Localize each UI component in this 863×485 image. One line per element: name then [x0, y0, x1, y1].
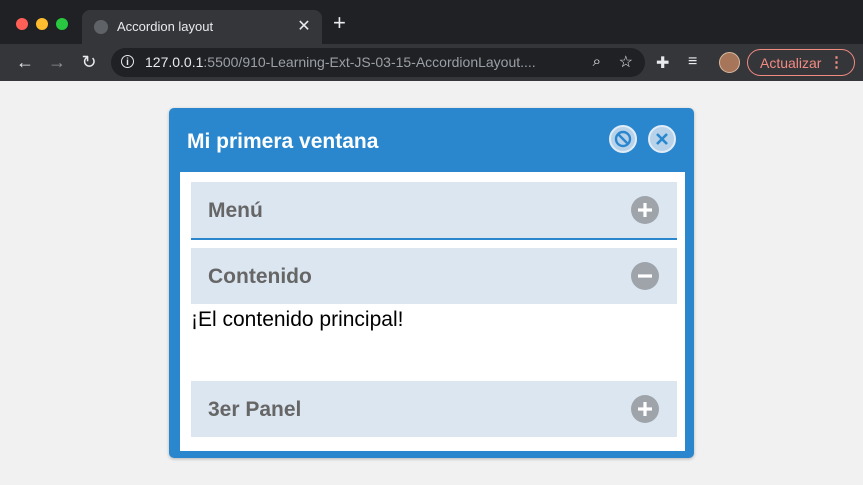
url-text[interactable]: 127.0.0.1:5500/910-Learning-Ext-JS-03-15…	[145, 54, 536, 70]
bookmark-star-icon[interactable]: ☆	[619, 52, 633, 72]
address-bar[interactable]: i 127.0.0.1:5500/910-Learning-Ext-JS-03-…	[111, 48, 645, 77]
update-button[interactable]: Actualizar ⋮	[747, 49, 855, 76]
maximize-window-button[interactable]	[56, 18, 68, 30]
accordion-header-3er-panel[interactable]: 3er Panel	[191, 381, 677, 437]
extensions-puzzle-icon[interactable]: ✚	[656, 53, 669, 73]
close-tool-icon[interactable]	[648, 125, 676, 153]
profile-avatar[interactable]	[719, 52, 740, 73]
more-menu-icon[interactable]: ⋮	[829, 53, 844, 71]
window-body: Menú Contenido ¡El contenido principal! …	[178, 172, 685, 451]
plus-icon[interactable]	[631, 196, 659, 224]
browser-tab[interactable]: Accordion layout ✕	[82, 10, 322, 44]
tab-title: Accordion layout	[117, 19, 214, 34]
back-arrow-icon[interactable]: ←	[14, 51, 36, 73]
browser-toolbar: ← → ↻ i 127.0.0.1:5500/910-Learning-Ext-…	[0, 44, 863, 81]
minimize-window-button[interactable]	[36, 18, 48, 30]
reload-icon[interactable]: ↻	[78, 51, 100, 73]
accordion-panel-content: ¡El contenido principal!	[191, 304, 677, 374]
accordion-header-label: Menú	[208, 199, 263, 222]
update-button-label: Actualizar	[760, 55, 822, 71]
media-queue-icon[interactable]: ≡	[688, 53, 697, 71]
collapse-tool-icon[interactable]	[609, 125, 637, 153]
accordion-header-contenido[interactable]: Contenido	[191, 248, 677, 304]
accordion-header-label: 3er Panel	[208, 398, 302, 421]
accordion-header-label: Contenido	[208, 265, 312, 288]
forward-arrow-icon[interactable]: →	[46, 51, 68, 73]
minus-icon[interactable]	[631, 262, 659, 290]
zoom-icon[interactable]: ⌕	[593, 53, 601, 70]
close-window-button[interactable]	[16, 18, 28, 30]
site-info-icon[interactable]: i	[121, 55, 134, 68]
tab-bar: Accordion layout ✕ +	[0, 0, 863, 44]
browser-chrome: Accordion layout ✕ + ← → ↻ i 127.0.0.1:5…	[0, 0, 863, 81]
panel-content-text: ¡El contenido principal!	[191, 308, 404, 331]
ext-window: Mi primera ventana Menú Contenido ¡El co…	[169, 108, 694, 458]
new-tab-button[interactable]: +	[333, 12, 346, 34]
window-title: Mi primera ventana	[187, 130, 379, 153]
accordion-header-menu[interactable]: Menú	[191, 182, 677, 240]
tab-close-icon[interactable]: ✕	[296, 16, 312, 36]
plus-icon[interactable]	[631, 395, 659, 423]
globe-icon	[94, 20, 108, 34]
